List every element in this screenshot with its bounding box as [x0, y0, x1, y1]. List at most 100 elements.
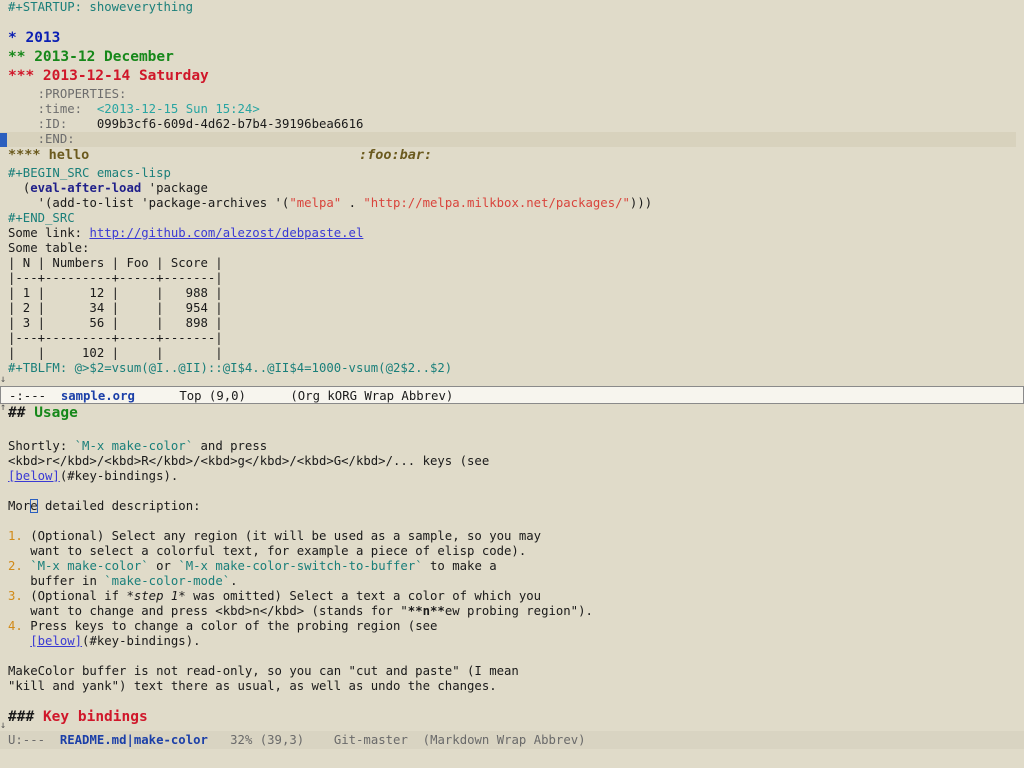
- property-time: :time: <2013-12-15 Sun 15:24>: [8, 102, 260, 117]
- properties-drawer-start: :PROPERTIES:: [8, 87, 127, 102]
- para1-line1: Shortly: `M-x make-color` and press: [8, 439, 267, 454]
- heading4-title: hello: [48, 147, 90, 163]
- text: want to change and press <kbd>n</kbd> (s…: [30, 604, 408, 618]
- list-number: 1.: [8, 529, 23, 543]
- top-modeline-status: -:---: [9, 389, 47, 403]
- top-modeline-position: Top (9,0): [179, 389, 246, 403]
- properties-key: :PROPERTIES:: [37, 87, 127, 101]
- src-end: #+END_SRC: [8, 211, 75, 225]
- link-target: (#key-bindings).: [82, 634, 201, 648]
- bottom-modeline-modes[interactable]: (Markdown Wrap Abbrev): [423, 733, 586, 747]
- table-row[interactable]: | | 102 | | |: [8, 346, 223, 361]
- heading-level2[interactable]: ** 2013-12 December: [8, 48, 174, 67]
- src-line2-a: '(add-to-list 'package-archives '(: [37, 196, 290, 210]
- list-item: 4. Press keys to change a color of the p…: [8, 619, 437, 634]
- link-line: Some link: http://github.com/alezost/deb…: [8, 226, 363, 241]
- usage-title: Usage: [34, 405, 78, 421]
- h3-hash: ###: [8, 709, 35, 725]
- h2-hash: ##: [8, 405, 26, 421]
- text: Mor: [8, 499, 31, 513]
- list-item: 3. (Optional if *step 1* was omitted) Se…: [8, 589, 541, 604]
- table-row[interactable]: | N | Numbers | Foo | Score |: [8, 256, 223, 271]
- bottom-mode-line[interactable]: U:--- README.md|make-color 32% (39,3) Gi…: [0, 731, 1024, 749]
- src-line2-close: ))): [629, 196, 653, 210]
- bottom-modeline-buffer[interactable]: README.md|make-color: [60, 733, 208, 747]
- list-number: 3.: [8, 589, 23, 603]
- key-bindings-heading: ### Key bindings: [8, 708, 148, 727]
- text: or: [148, 559, 179, 573]
- bottom-modeline-status: U:---: [8, 733, 46, 747]
- top-modeline-modes[interactable]: (Org kORG Wrap Abbrev): [290, 389, 453, 403]
- list-item: 2. `M-x make-color` or `M-x make-color-s…: [8, 559, 497, 574]
- text: (Optional if: [30, 589, 127, 603]
- box-cursor: e: [30, 499, 38, 513]
- table-row[interactable]: | 3 | 56 | | 898 |: [8, 316, 223, 331]
- string-melpa: "melpa": [289, 196, 342, 210]
- table-row[interactable]: |---+---------+-----+-------|: [8, 331, 223, 346]
- bottom-modeline-position: 32% (39,3): [230, 733, 305, 747]
- para2: More detailed description:: [8, 499, 201, 514]
- usage-heading: ## Usage: [8, 404, 78, 423]
- below-link[interactable]: [below]: [30, 634, 82, 648]
- bottom-modeline-vc[interactable]: Git-master: [334, 733, 408, 747]
- src-line2-dot: .: [341, 196, 364, 210]
- id-value: 099b3cf6-609d-4d62-b7b4-39196bea6616: [96, 117, 364, 131]
- list-number: 2.: [8, 559, 23, 573]
- property-id: :ID: 099b3cf6-609d-4d62-b7b4-39196bea661…: [8, 117, 364, 132]
- src-line1-rest: 'package: [141, 181, 208, 195]
- text: was omitted) Select a text a color of wh…: [185, 589, 542, 603]
- property-end-current-line: :END:: [0, 132, 1016, 147]
- heading-level1[interactable]: * 2013: [8, 29, 60, 48]
- para1-line2: <kbd>r</kbd>/<kbd>R</kbd>/<kbd>g</kbd>/<…: [8, 454, 490, 468]
- src-line-1: (eval-after-load 'package: [8, 181, 208, 196]
- heading4-tags[interactable]: :foo:bar:: [359, 146, 432, 165]
- para3-line1: MakeColor buffer is not read-only, so yo…: [8, 664, 519, 678]
- id-key: :ID:: [37, 117, 68, 131]
- text: buffer in: [30, 574, 105, 588]
- text: detailed description:: [37, 499, 201, 513]
- text: want to select a colorful text, for exam…: [30, 544, 527, 558]
- para3-line2: "kill and yank") text there as usual, as…: [8, 679, 497, 693]
- list-item: 1. (Optional) Select any region (it will…: [8, 529, 541, 544]
- link-target: (#key-bindings).: [59, 469, 179, 483]
- list-item-cont: want to select a colorful text, for exam…: [8, 544, 526, 559]
- string-url: "http://melpa.milkbox.net/packages/": [363, 196, 630, 210]
- list-item-cont: want to change and press <kbd>n</kbd> (s…: [8, 604, 593, 619]
- text: and press: [193, 439, 268, 453]
- continuation-arrow-icon: ↓: [0, 374, 7, 385]
- table-row[interactable]: | 2 | 34 | | 954 |: [8, 301, 223, 316]
- code: `M-x make-color`: [30, 559, 149, 573]
- src-begin: #+BEGIN_SRC emacs-lisp: [8, 166, 171, 180]
- code: `M-x make-color-switch-to-buffer`: [178, 559, 423, 573]
- end-key: :END:: [37, 132, 75, 146]
- key-bindings-title: Key bindings: [42, 709, 148, 725]
- debpaste-link[interactable]: http://github.com/alezost/debpaste.el: [89, 226, 363, 240]
- text: to make a: [422, 559, 497, 573]
- link-label: Some link:: [8, 226, 90, 240]
- table-row[interactable]: | 1 | 12 | | 988 |: [8, 286, 223, 301]
- list-number: 4.: [8, 619, 23, 633]
- text: ew probing region").: [444, 604, 593, 618]
- time-key: :time:: [37, 102, 83, 116]
- keyword-eval-after-load: eval-after-load: [30, 181, 142, 195]
- startup-line: #+STARTUP: showeverything: [8, 0, 194, 14]
- text: Shortly:: [8, 439, 75, 453]
- org-buffer-window[interactable]: #+STARTUP: showeverything * 2013 ** 2013…: [0, 0, 1016, 385]
- markdown-buffer-window[interactable]: ## Usage Shortly: `M-x make-color` and p…: [8, 404, 1016, 730]
- table-formula[interactable]: #+TBLFM: @>$2=vsum(@I..@II)::@I$4..@II$4…: [8, 361, 452, 376]
- continuation-arrow-icon: ↑: [0, 402, 7, 413]
- time-value[interactable]: <2013-12-15 Sun 15:24>: [97, 102, 260, 116]
- heading-level3[interactable]: *** 2013-12-14 Saturday: [8, 67, 209, 86]
- text: (Optional) Select any region (it will be…: [30, 529, 542, 543]
- below-link[interactable]: [below]: [8, 469, 60, 483]
- top-modeline-buffer[interactable]: sample.org: [61, 389, 135, 403]
- minibuffer[interactable]: [0, 750, 1024, 768]
- table-row[interactable]: |---+---------+-----+-------|: [8, 271, 223, 286]
- text-cursor: [0, 132, 7, 147]
- heading-level4[interactable]: **** hello :foo:bar:: [8, 146, 432, 165]
- text: Press keys to change a color of the prob…: [30, 619, 438, 633]
- heading4-stars: ****: [8, 147, 41, 163]
- continuation-arrow-icon: ↓: [0, 720, 7, 731]
- top-mode-line[interactable]: -:--- sample.org Top (9,0) (Org kORG Wra…: [0, 386, 1024, 404]
- list-item-cont: buffer in `make-color-mode`.: [8, 574, 237, 589]
